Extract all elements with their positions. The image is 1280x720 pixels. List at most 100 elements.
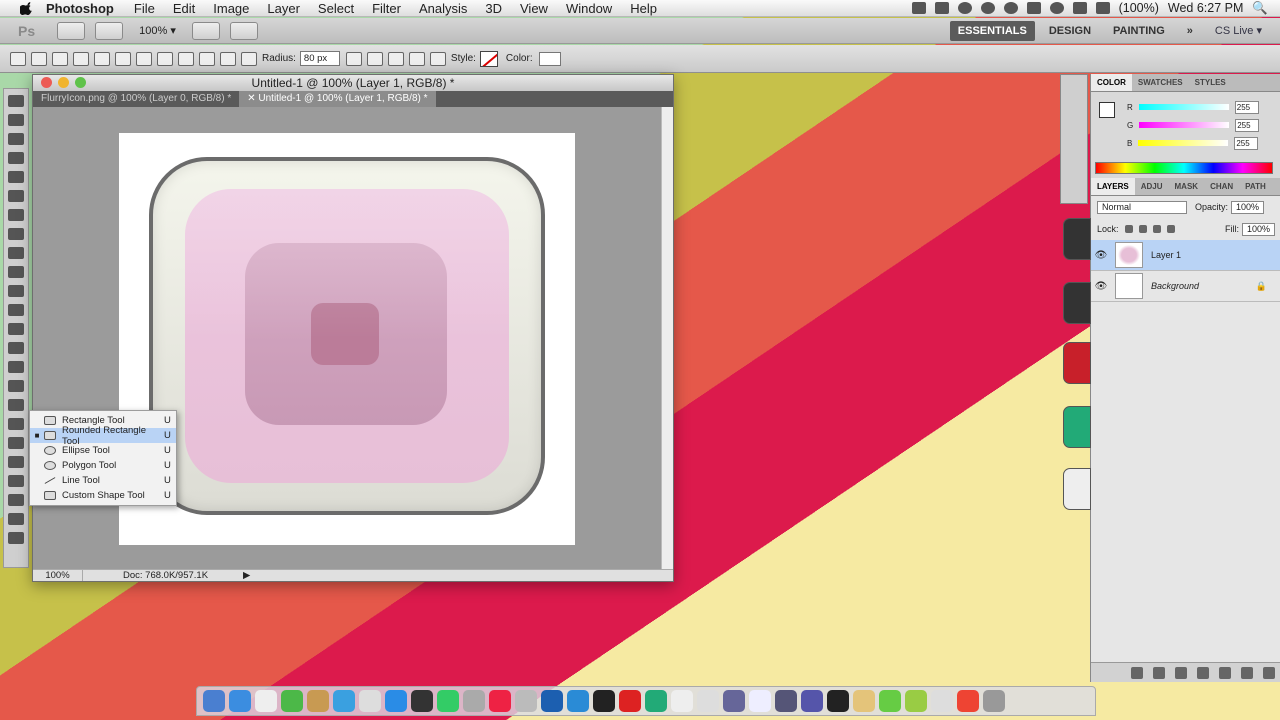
menu-select[interactable]: Select [318, 1, 354, 16]
fill-pixels-mode-icon[interactable] [73, 51, 89, 66]
vertical-scrollbar[interactable] [661, 107, 673, 569]
tab-color[interactable]: COLOR [1091, 74, 1132, 91]
3d-rotate-tool-icon[interactable] [8, 437, 24, 449]
dropbox-icon[interactable] [980, 2, 995, 14]
green-slider[interactable] [1139, 122, 1230, 128]
shape-combine-icon[interactable] [345, 51, 362, 66]
acrobat-app-icon[interactable] [1063, 342, 1091, 384]
visibility-eye-icon[interactable]: 👁 [1091, 281, 1111, 292]
calendar-icon[interactable] [255, 690, 277, 712]
tab-styles[interactable]: STYLES [1189, 74, 1232, 91]
pen-tool-icon-2[interactable] [8, 361, 24, 373]
stripes-icon[interactable] [905, 690, 927, 712]
image-icon[interactable] [697, 690, 719, 712]
color-swatch[interactable] [538, 51, 561, 66]
marquee-tool-icon[interactable] [8, 114, 24, 126]
new-layer-icon[interactable] [1241, 667, 1253, 679]
screen-icon[interactable] [801, 690, 823, 712]
more-workspaces-button[interactable]: » [1179, 21, 1201, 41]
flyout-polygon-tool[interactable]: Polygon Tool U [30, 458, 176, 473]
workspace-painting[interactable]: PAINTING [1105, 21, 1173, 41]
arrange-documents-button[interactable] [191, 21, 220, 40]
gradient-tool-icon[interactable] [8, 304, 24, 316]
rounded-rectangle-shape-icon[interactable] [157, 51, 173, 66]
layer-style-icon[interactable] [1153, 667, 1165, 679]
flyout-custom-shape-tool[interactable]: Custom Shape Tool U [30, 488, 176, 503]
blue-value-input[interactable]: 255 [1234, 136, 1259, 150]
history-brush-tool-icon[interactable] [8, 266, 24, 278]
zoom-field[interactable]: 100% [33, 570, 83, 581]
lasso-tool-icon[interactable] [8, 133, 24, 145]
finder-icon[interactable] [203, 690, 225, 712]
opacity-input[interactable]: 100% [1231, 200, 1265, 214]
twitter-app-icon[interactable] [333, 690, 355, 712]
screen-recorder-icon[interactable] [911, 2, 926, 14]
shape-subtract-icon[interactable] [366, 51, 383, 66]
clone-stamp-tool-icon[interactable] [8, 247, 24, 259]
brush-tool-icon[interactable] [8, 228, 24, 240]
textedit-icon[interactable] [671, 690, 693, 712]
menu-edit[interactable]: Edit [173, 1, 195, 16]
spotlight-icon[interactable]: 🔍 [1252, 1, 1268, 16]
time-machine-icon[interactable] [1003, 2, 1018, 14]
flyout-line-tool[interactable]: Line Tool U [30, 473, 176, 488]
quick-selection-tool-icon[interactable] [8, 152, 24, 164]
launch-bridge-button[interactable] [57, 21, 86, 40]
amazon-icon[interactable] [593, 690, 615, 712]
link-layers-icon[interactable] [1131, 667, 1143, 679]
shape-intersect-icon[interactable] [387, 51, 404, 66]
foreground-background-icon[interactable] [8, 513, 24, 525]
eyedropper-tool-icon[interactable] [8, 190, 24, 202]
trash-icon[interactable] [1263, 667, 1275, 679]
dashboard-icon[interactable] [411, 690, 433, 712]
color-spectrum-ramp[interactable] [1095, 162, 1273, 174]
battery-percent[interactable]: (100%) [1119, 1, 1159, 15]
status-menu-arrow-icon[interactable]: ▶ [243, 570, 250, 581]
menu-3d[interactable]: 3D [485, 1, 502, 16]
zoom-window-button[interactable] [75, 77, 86, 88]
blue-slider[interactable] [1138, 140, 1229, 146]
crop-tool-icon[interactable] [8, 171, 24, 183]
shape-layers-mode-icon[interactable] [31, 51, 47, 66]
document-titlebar[interactable]: Untitled-1 @ 100% (Layer 1, RGB/8) * [33, 75, 673, 91]
shape-tool-icon[interactable] [8, 418, 24, 430]
minimize-window-button[interactable] [58, 77, 69, 88]
healing-brush-tool-icon[interactable] [8, 209, 24, 221]
menu-help[interactable]: Help [630, 1, 657, 16]
stack-icon[interactable] [879, 690, 901, 712]
workspace-essentials[interactable]: ESSENTIALS [949, 20, 1035, 41]
paths-mode-icon[interactable] [52, 51, 68, 66]
safari-icon[interactable] [229, 690, 251, 712]
folder-icon[interactable] [853, 690, 875, 712]
pen-icon[interactable] [775, 690, 797, 712]
freeform-pen-icon[interactable] [115, 51, 131, 66]
red-value-input[interactable]: 255 [1234, 100, 1259, 114]
download-icon[interactable] [281, 690, 303, 712]
tab-flurryicon[interactable]: FlurryIcon.png @ 100% (Layer 0, RGB/8) * [33, 91, 239, 107]
lock-all-icon[interactable] [1166, 225, 1175, 233]
dodge-tool-icon[interactable] [8, 342, 24, 354]
ellipse-shape-icon[interactable] [178, 51, 194, 66]
blend-mode-select[interactable]: Normal [1097, 200, 1187, 214]
eraser-tool-icon[interactable] [8, 285, 24, 297]
docs-icon[interactable] [931, 690, 953, 712]
facetime-icon[interactable] [385, 690, 407, 712]
utility-icon[interactable] [463, 690, 485, 712]
menu-image[interactable]: Image [213, 1, 249, 16]
blur-tool-icon[interactable] [8, 323, 24, 335]
tab-adjustments[interactable]: ADJU [1135, 178, 1169, 195]
line-shape-icon[interactable] [220, 51, 236, 66]
xcode-icon[interactable] [541, 690, 563, 712]
menu-extra-icon[interactable] [934, 2, 949, 14]
fill-input[interactable]: 100% [1241, 222, 1275, 236]
menu-window[interactable]: Window [566, 1, 612, 16]
trash-dock-icon[interactable] [983, 690, 1005, 712]
video-app-icon[interactable] [1063, 282, 1091, 324]
clock[interactable]: Wed 6:27 PM [1168, 1, 1244, 15]
foreground-color-swatch[interactable] [1099, 102, 1115, 118]
red-app-icon[interactable] [957, 690, 979, 712]
tab-paths[interactable]: PATH [1239, 178, 1272, 195]
visibility-eye-icon[interactable]: 👁 [1091, 250, 1111, 261]
tab-untitled[interactable]: ✕ Untitled-1 @ 100% (Layer 1, RGB/8) * [239, 91, 436, 107]
terminal-icon[interactable] [723, 690, 745, 712]
